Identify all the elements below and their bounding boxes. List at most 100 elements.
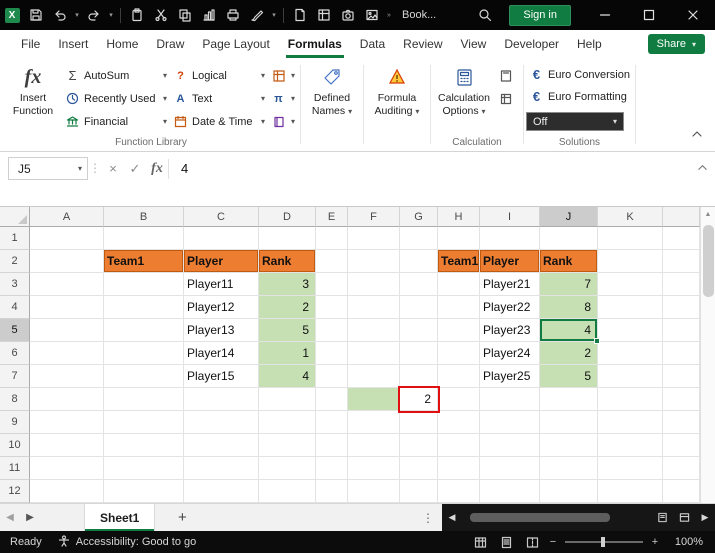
maximize-button[interactable] xyxy=(627,0,671,30)
cell-H10[interactable] xyxy=(438,434,480,457)
search-icon[interactable] xyxy=(473,0,497,30)
tab-draw[interactable]: Draw xyxy=(147,30,193,58)
cell-B1[interactable] xyxy=(104,227,184,250)
cell-I5[interactable]: Player23 xyxy=(480,319,540,342)
cell-L10[interactable] xyxy=(663,434,700,457)
name-box-resizer[interactable]: ⋮ xyxy=(88,152,102,175)
cell-I1[interactable] xyxy=(480,227,540,250)
cell-I4[interactable]: Player22 xyxy=(480,296,540,319)
cell-F3[interactable] xyxy=(348,273,400,296)
cell-G2[interactable] xyxy=(400,250,438,273)
cell-B8[interactable] xyxy=(104,388,184,411)
cell-K4[interactable] xyxy=(598,296,663,319)
cell-K3[interactable] xyxy=(598,273,663,296)
cell-E10[interactable] xyxy=(316,434,348,457)
cell-E2[interactable] xyxy=(316,250,348,273)
cell-H5[interactable] xyxy=(438,319,480,342)
cell-I8[interactable] xyxy=(480,388,540,411)
cell-H6[interactable] xyxy=(438,342,480,365)
column-header-F[interactable]: F xyxy=(348,207,400,227)
cell-F12[interactable] xyxy=(348,480,400,503)
cell-H11[interactable] xyxy=(438,457,480,480)
cell-K1[interactable] xyxy=(598,227,663,250)
cell-D4[interactable]: 2 xyxy=(259,296,316,319)
cut-icon[interactable] xyxy=(149,0,173,30)
cell-I12[interactable] xyxy=(480,480,540,503)
cell-F1[interactable] xyxy=(348,227,400,250)
cell-J5[interactable]: 4 xyxy=(540,319,600,344)
row-header-4[interactable]: 4 xyxy=(0,296,30,319)
cell-I11[interactable] xyxy=(480,457,540,480)
column-header-G[interactable]: G xyxy=(400,207,438,227)
cell-A8[interactable] xyxy=(30,388,104,411)
cell-G7[interactable] xyxy=(400,365,438,388)
cell-C5[interactable]: Player13 xyxy=(184,319,259,342)
row-header-12[interactable]: 12 xyxy=(0,480,30,503)
cell-B4[interactable] xyxy=(104,296,184,319)
cell-B9[interactable] xyxy=(104,411,184,434)
cell-D6[interactable]: 1 xyxy=(259,342,316,365)
sign-in-button[interactable]: Sign in xyxy=(509,4,571,26)
cell-D11[interactable] xyxy=(259,457,316,480)
cell-A10[interactable] xyxy=(30,434,104,457)
cell-E3[interactable] xyxy=(316,273,348,296)
tab-file[interactable]: File xyxy=(12,30,49,58)
scroll-right-icon[interactable]: ▶ xyxy=(695,512,715,523)
defined-names-button[interactable]: Defined Names ▾ xyxy=(303,60,361,117)
pivot-table-icon[interactable] xyxy=(312,0,336,30)
cell-F7[interactable] xyxy=(348,365,400,388)
cell-C3[interactable]: Player11 xyxy=(184,273,259,296)
redo-icon[interactable] xyxy=(82,0,106,30)
cell-L6[interactable] xyxy=(663,342,700,365)
column-header-E[interactable]: E xyxy=(316,207,348,227)
cell-L7[interactable] xyxy=(663,365,700,388)
cell-F6[interactable] xyxy=(348,342,400,365)
cell-K2[interactable] xyxy=(598,250,663,273)
cell-L2[interactable] xyxy=(663,250,700,273)
math-trig-button[interactable]: π ▾ xyxy=(268,88,298,109)
cell-G11[interactable] xyxy=(400,457,438,480)
formula-input[interactable]: 4 xyxy=(169,152,689,176)
column-header-J[interactable]: J xyxy=(540,207,598,227)
cell-E12[interactable] xyxy=(316,480,348,503)
scroll-up-icon[interactable]: ▲ xyxy=(701,207,715,222)
picture-icon[interactable] xyxy=(360,0,384,30)
tab-page-layout[interactable]: Page Layout xyxy=(193,30,278,58)
row-header-5[interactable]: 5 xyxy=(0,319,30,342)
autosum-button[interactable]: Σ AutoSum ▾ xyxy=(62,65,170,86)
cell-K8[interactable] xyxy=(598,388,663,411)
sheet-bar-options-icon[interactable]: ⋮ xyxy=(414,511,442,525)
chevron-down-icon[interactable]: ▾ xyxy=(269,0,279,30)
cell-F4[interactable] xyxy=(348,296,400,319)
euro-conversion-button[interactable]: € Euro Conversion xyxy=(526,64,633,85)
cell-L1[interactable] xyxy=(663,227,700,250)
tab-data[interactable]: Data xyxy=(351,30,394,58)
cell-H8[interactable] xyxy=(438,388,480,411)
row-header-7[interactable]: 7 xyxy=(0,365,30,388)
cell-B5[interactable] xyxy=(104,319,184,342)
cell-G12[interactable] xyxy=(400,480,438,503)
cell-J8[interactable] xyxy=(540,388,598,411)
horizontal-scrollbar[interactable]: ◀ ▶ xyxy=(442,504,715,531)
column-header-K[interactable]: K xyxy=(598,207,663,227)
cell-J4[interactable]: 8 xyxy=(540,296,598,319)
row-header-8[interactable]: 8 xyxy=(0,388,30,411)
copy-icon[interactable] xyxy=(173,0,197,30)
vertical-scrollbar[interactable]: ▲ xyxy=(700,207,715,503)
cell-L4[interactable] xyxy=(663,296,700,319)
cell-E4[interactable] xyxy=(316,296,348,319)
cell-K11[interactable] xyxy=(598,457,663,480)
cell-G1[interactable] xyxy=(400,227,438,250)
cell-K9[interactable] xyxy=(598,411,663,434)
column-header-H[interactable]: H xyxy=(438,207,480,227)
tab-insert[interactable]: Insert xyxy=(49,30,97,58)
cell-A3[interactable] xyxy=(30,273,104,296)
cell-J2[interactable]: Rank xyxy=(540,250,598,273)
text-button[interactable]: A Text ▾ xyxy=(170,88,268,109)
cell-C4[interactable]: Player12 xyxy=(184,296,259,319)
formula-auditing-button[interactable]: Formula Auditing ▾ xyxy=(366,60,428,117)
cell-G4[interactable] xyxy=(400,296,438,319)
cell-K7[interactable] xyxy=(598,365,663,388)
zoom-slider[interactable] xyxy=(565,537,643,547)
cell-B10[interactable] xyxy=(104,434,184,457)
